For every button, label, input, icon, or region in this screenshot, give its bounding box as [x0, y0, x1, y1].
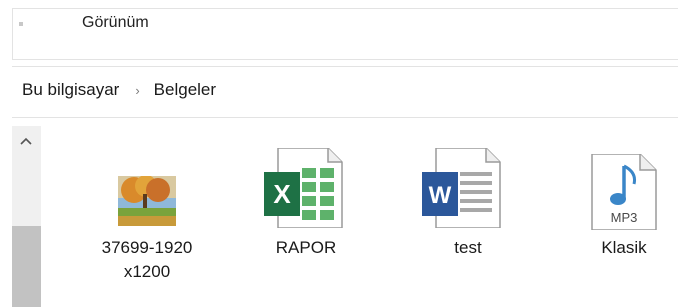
breadcrumb-chevron-icon[interactable]: ›	[135, 83, 139, 98]
window-top-strip	[0, 0, 678, 8]
file-name-line1: 37699-1920	[101, 238, 193, 257]
file-name: test	[454, 238, 482, 257]
word-file-icon[interactable]: W	[422, 147, 502, 233]
svg-text:W: W	[429, 182, 452, 209]
breadcrumb: Bu bilgisayar › Belgeler	[22, 80, 216, 100]
file-item-37699[interactable]: 37699-1920 x1200	[80, 236, 214, 284]
scrollbar-thumb[interactable]	[12, 226, 41, 307]
scroll-up-arrow-icon[interactable]	[18, 134, 34, 148]
file-name: RAPOR	[275, 238, 337, 257]
file-name-line2: x1200	[123, 262, 171, 281]
tab-gorunum[interactable]: Görünüm	[82, 14, 149, 32]
svg-text:X: X	[273, 179, 291, 209]
breadcrumb-current[interactable]: Belgeler	[154, 80, 216, 100]
mp3-file-icon[interactable]: MP3	[590, 153, 658, 235]
navigation-pane-scrollbar[interactable]	[12, 126, 41, 307]
file-item-rapor[interactable]: RAPOR	[254, 236, 358, 260]
breadcrumb-root[interactable]: Bu bilgisayar	[22, 80, 119, 100]
image-thumbnail-icon[interactable]	[118, 175, 176, 231]
ribbon-collapsed-tab[interactable]	[19, 22, 23, 26]
file-item-test[interactable]: test	[416, 236, 520, 260]
file-name: Klasik	[601, 238, 647, 257]
excel-file-icon[interactable]: X	[264, 147, 344, 233]
mp3-badge-label: MP3	[611, 210, 638, 225]
file-item-klasik[interactable]: Klasik	[576, 236, 672, 260]
